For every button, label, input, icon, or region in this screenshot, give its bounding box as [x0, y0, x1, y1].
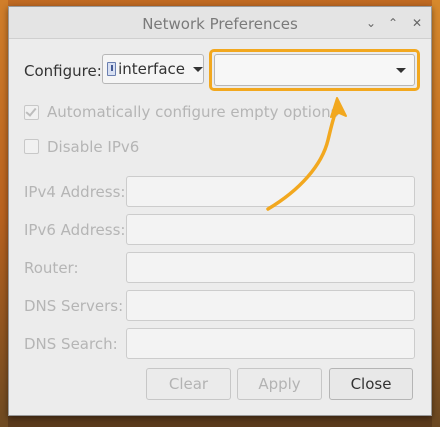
- chevron-down-icon: [396, 68, 406, 73]
- network-preferences-window: Network Preferences ⌄ ⌃ ✕ Configure: int…: [8, 6, 432, 416]
- router-field[interactable]: [126, 252, 415, 283]
- maximize-button[interactable]: ⌃: [385, 15, 401, 31]
- disable-ipv6-label: Disable IPv6: [47, 138, 140, 156]
- dns-servers-label: DNS Servers:: [24, 297, 124, 315]
- configure-type-dropdown[interactable]: interface: [102, 54, 204, 84]
- disable-ipv6-checkbox[interactable]: [24, 139, 39, 154]
- configure-type-value: interface: [118, 60, 185, 78]
- minimize-button[interactable]: ⌄: [363, 15, 379, 31]
- configure-label: Configure:: [24, 62, 102, 80]
- checkmark-icon: [25, 105, 37, 117]
- configure-target-dropdown[interactable]: [214, 54, 415, 86]
- desktop-background-right: [432, 0, 440, 427]
- desktop-background-left: [0, 0, 8, 427]
- close-button[interactable]: Close: [329, 368, 413, 400]
- auto-configure-label: Automatically configure empty options: [47, 103, 339, 121]
- network-interface-icon: [107, 62, 117, 76]
- ipv6-address-field[interactable]: [126, 214, 415, 245]
- ipv4-address-label: IPv4 Address:: [24, 183, 126, 201]
- chevron-down-icon: [193, 66, 203, 72]
- titlebar: Network Preferences ⌄ ⌃ ✕: [9, 7, 431, 39]
- ipv4-address-field[interactable]: [126, 176, 415, 207]
- clear-button[interactable]: Clear: [146, 368, 231, 400]
- auto-configure-checkbox[interactable]: [24, 105, 39, 120]
- dns-search-label: DNS Search:: [24, 335, 118, 353]
- close-window-button[interactable]: ✕: [409, 15, 425, 31]
- apply-button[interactable]: Apply: [237, 368, 322, 400]
- ipv6-address-label: IPv6 Address:: [24, 221, 126, 239]
- router-label: Router:: [24, 259, 79, 277]
- dns-search-field[interactable]: [126, 328, 415, 359]
- dns-servers-field[interactable]: [126, 290, 415, 321]
